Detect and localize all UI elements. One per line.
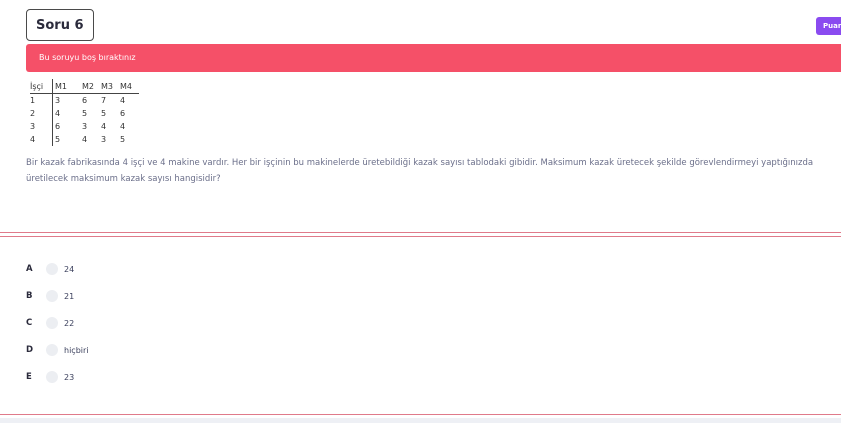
option-letter: A <box>26 264 33 274</box>
score-badge[interactable]: Puan <box>816 17 841 35</box>
question-title: Soru 6 <box>26 9 94 41</box>
question-title-text: Soru 6 <box>36 17 84 33</box>
unanswered-alert: Bu soruyu boş bıraktınız <box>26 44 841 72</box>
option-e[interactable]: E 23 <box>26 369 74 385</box>
table-cell: 3 <box>82 122 88 131</box>
table-row: 3 6 3 4 4 <box>30 120 139 133</box>
option-d[interactable]: D hiçbiri <box>26 342 89 358</box>
option-letter: D <box>26 345 34 355</box>
option-radio[interactable] <box>46 263 58 275</box>
table-header-cell: M2 <box>82 79 101 94</box>
option-a[interactable]: A 24 <box>26 261 74 277</box>
option-radio[interactable] <box>46 290 58 302</box>
option-radio[interactable] <box>46 371 58 383</box>
table-header-cell: M1 <box>52 79 82 94</box>
table-cell: 4 <box>120 122 126 131</box>
table-cell: 4 <box>52 107 82 120</box>
table-cell: 5 <box>82 109 88 118</box>
table-cell: 7 <box>101 96 107 105</box>
section-divider <box>0 236 841 237</box>
table-cell: 3 <box>101 135 107 144</box>
option-text: 21 <box>64 291 75 301</box>
table-cell: 5 <box>120 135 126 144</box>
table-header-row: İşçi M1 M2 M3 M4 <box>30 79 139 94</box>
table-cell: 5 <box>52 133 82 146</box>
table-cell: 6 <box>82 96 88 105</box>
table-cell: 4 <box>82 135 88 144</box>
section-divider <box>0 232 841 233</box>
table-cell: 3 <box>52 93 82 107</box>
option-text: 22 <box>64 318 75 328</box>
table-cell: 6 <box>120 109 126 118</box>
table-row: 1 3 6 7 4 <box>30 93 139 107</box>
option-letter: C <box>26 318 33 328</box>
option-b[interactable]: B 21 <box>26 288 74 304</box>
table-cell: 5 <box>101 109 107 118</box>
footer-band <box>0 418 841 423</box>
option-text: 23 <box>64 372 75 382</box>
table-header-cell: İşçi <box>30 79 53 94</box>
table-row: 4 5 4 3 5 <box>30 133 139 146</box>
table-header-cell: M3 <box>101 79 120 94</box>
table-header-cell: M4 <box>120 79 139 94</box>
option-text: 24 <box>64 264 75 274</box>
table-cell: 4 <box>30 135 36 144</box>
option-text: hiçbiri <box>64 345 89 355</box>
table-cell: 6 <box>52 120 82 133</box>
option-radio[interactable] <box>46 344 58 356</box>
table-row: 2 4 5 5 6 <box>30 107 139 120</box>
table-cell: 2 <box>30 109 36 118</box>
option-letter: E <box>26 372 32 382</box>
table-cell: 4 <box>120 96 126 105</box>
option-c[interactable]: C 22 <box>26 315 74 331</box>
option-letter: B <box>26 291 33 301</box>
table-cell: 1 <box>30 96 36 105</box>
question-text: Bir kazak fabrikasında 4 işçi ve 4 makin… <box>26 158 814 184</box>
table-cell: 3 <box>30 122 36 131</box>
table-cell: 4 <box>101 122 107 131</box>
section-divider <box>0 414 841 415</box>
worker-machine-table: İşçi M1 M2 M3 M4 1 3 6 7 4 2 4 5 5 6 3 6… <box>30 79 139 146</box>
option-radio[interactable] <box>46 317 58 329</box>
